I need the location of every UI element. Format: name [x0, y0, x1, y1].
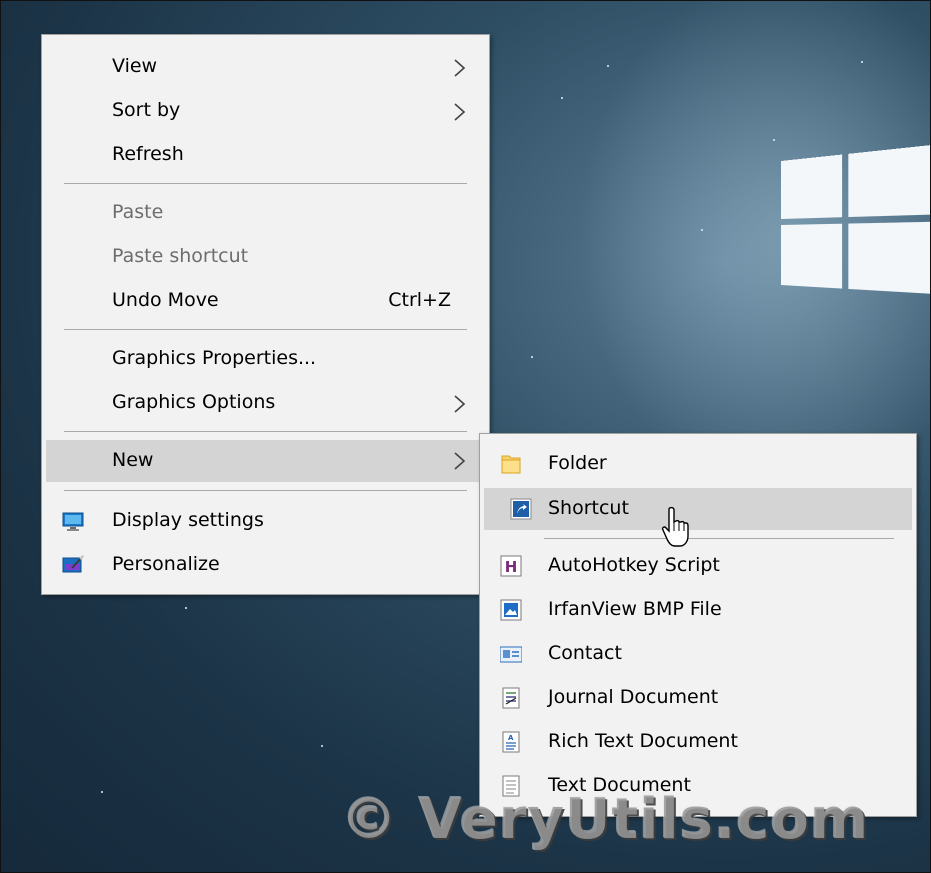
shortcut-icon — [510, 498, 532, 520]
submenu-item-irfanview[interactable]: IrfanView BMP File — [480, 590, 916, 630]
menu-item-display-settings[interactable]: Display settings — [42, 501, 489, 541]
menu-item-label: Refresh — [112, 143, 184, 165]
submenu-item-shortcut[interactable]: Shortcut — [484, 488, 912, 530]
svg-text:H: H — [505, 558, 518, 576]
folder-icon — [501, 455, 521, 474]
star — [531, 356, 533, 358]
menu-separator — [64, 431, 467, 432]
menu-item-label: Display settings — [112, 509, 264, 531]
menu-item-label: Paste shortcut — [112, 245, 249, 267]
submenu-item-rich-text[interactable]: A Rich Text Document — [480, 722, 916, 762]
rich-text-icon: A — [502, 731, 520, 753]
journal-icon — [502, 687, 520, 709]
chevron-right-icon — [454, 452, 466, 470]
submenu-item-contact[interactable]: Contact — [480, 634, 916, 674]
menu-item-label: Undo Move — [112, 289, 219, 311]
mouse-cursor-icon — [661, 506, 689, 547]
autohotkey-icon: H — [500, 555, 522, 577]
menu-item-label: Paste — [112, 201, 164, 223]
svg-text:A: A — [508, 734, 514, 742]
star — [101, 791, 103, 793]
menu-separator — [64, 329, 467, 330]
submenu-item-autohotkey[interactable]: H AutoHotkey Script — [480, 546, 916, 586]
keyboard-shortcut: Ctrl+Z — [388, 289, 451, 311]
menu-item-label: Graphics Properties... — [112, 347, 317, 369]
menu-item-personalize[interactable]: Personalize — [42, 545, 489, 585]
submenu-item-label: IrfanView BMP File — [548, 598, 722, 620]
display-settings-icon — [62, 512, 84, 531]
chevron-right-icon — [454, 103, 466, 121]
star — [561, 97, 563, 99]
menu-item-refresh[interactable]: Refresh — [42, 135, 489, 175]
submenu-item-label: Rich Text Document — [548, 730, 738, 752]
submenu-item-journal[interactable]: Journal Document — [480, 678, 916, 718]
menu-item-view[interactable]: View — [42, 47, 489, 87]
menu-separator — [64, 490, 467, 491]
menu-item-label: Graphics Options — [112, 391, 276, 413]
star — [321, 745, 323, 747]
menu-item-label: View — [112, 55, 158, 77]
menu-item-graphics-properties[interactable]: Graphics Properties... — [42, 339, 489, 379]
chevron-right-icon — [454, 395, 466, 413]
irfanview-icon — [500, 599, 522, 621]
menu-item-sort-by[interactable]: Sort by — [42, 91, 489, 131]
star — [701, 229, 703, 231]
menu-item-label: Sort by — [112, 99, 181, 121]
watermark: © VeryUtils.com — [341, 787, 870, 852]
menu-separator — [544, 538, 894, 539]
submenu-item-label: Contact — [548, 642, 622, 664]
menu-item-undo-move[interactable]: Undo Move Ctrl+Z — [42, 281, 489, 321]
chevron-right-icon — [454, 59, 466, 77]
new-submenu: Folder Shortcut H AutoHotkey Script Irfa… — [479, 433, 917, 817]
desktop-background[interactable]: View Sort by Refresh Paste Paste shortcu… — [0, 0, 931, 873]
menu-item-new[interactable]: New — [46, 440, 485, 482]
star — [773, 139, 775, 141]
contact-icon — [500, 646, 522, 663]
menu-item-label: New — [112, 449, 154, 471]
submenu-item-folder[interactable]: Folder — [480, 444, 916, 484]
submenu-item-label: Journal Document — [548, 686, 719, 708]
personalize-icon — [62, 555, 84, 573]
menu-item-label: Personalize — [112, 553, 220, 575]
star — [861, 61, 863, 63]
submenu-item-label: AutoHotkey Script — [548, 554, 720, 576]
submenu-item-label: Shortcut — [548, 497, 629, 519]
star — [185, 607, 187, 609]
menu-item-paste[interactable]: Paste — [42, 193, 489, 233]
windows-logo — [781, 142, 930, 340]
menu-item-paste-shortcut[interactable]: Paste shortcut — [42, 237, 489, 277]
menu-separator — [64, 183, 467, 184]
menu-item-graphics-options[interactable]: Graphics Options — [42, 383, 489, 423]
desktop-context-menu: View Sort by Refresh Paste Paste shortcu… — [41, 34, 490, 595]
star — [607, 65, 609, 67]
submenu-item-label: Folder — [548, 452, 607, 474]
